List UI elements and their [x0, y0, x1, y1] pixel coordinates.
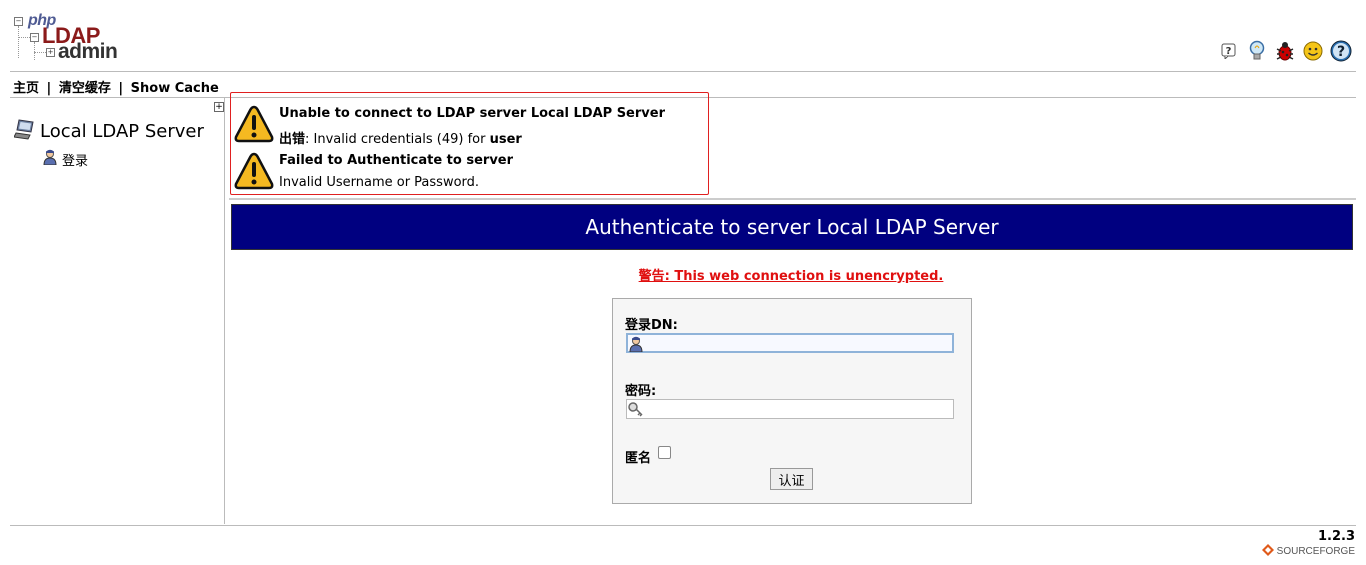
top-nav: 主页 | 清空缓存 | Show Cache: [13, 77, 219, 96]
smiley-icon[interactable]: [1302, 40, 1324, 62]
sidebar-login-link[interactable]: 登录: [43, 149, 88, 169]
error-message-box: Unable to connect to LDAP server Local L…: [230, 92, 709, 195]
nav-separator: |: [118, 81, 124, 96]
error-user: user: [489, 132, 522, 147]
page-title: Authenticate to server Local LDAP Server: [231, 204, 1353, 250]
tree-plus-icon: +: [46, 48, 55, 57]
server-computer-icon: [13, 118, 36, 145]
error-title: Unable to connect to LDAP server Local L…: [279, 106, 665, 121]
nav-purge-cache-link[interactable]: 清空缓存: [59, 81, 111, 96]
error-detail: Invalid Username or Password.: [279, 175, 480, 190]
anonymous-checkbox[interactable]: [658, 446, 671, 459]
authenticate-button[interactable]: 认证: [770, 468, 813, 490]
svg-text:?: ?: [1337, 44, 1345, 60]
divider: [10, 525, 1356, 526]
error-detail-text: : Invalid credentials (49) for: [305, 132, 490, 147]
nav-separator: |: [46, 81, 52, 96]
login-dn-label: 登录DN:: [625, 318, 678, 333]
expand-tree-button[interactable]: +: [214, 102, 224, 112]
warning-icon: [233, 151, 275, 191]
password-input[interactable]: [626, 399, 954, 419]
login-dn-input[interactable]: [626, 333, 954, 353]
server-tree-item[interactable]: Local LDAP Server: [13, 118, 204, 145]
tree-minus-icon: −: [30, 33, 39, 42]
bug-icon[interactable]: [1274, 40, 1296, 62]
key-icon: [628, 401, 644, 417]
question-icon[interactable]: ?: [1330, 40, 1352, 62]
header-toolbar: ? ?: [1218, 38, 1352, 64]
user-icon: [43, 149, 57, 169]
divider: [10, 71, 1356, 72]
user-icon: [629, 336, 645, 353]
lightbulb-icon[interactable]: [1246, 40, 1268, 62]
tree-minus-icon: −: [14, 17, 23, 26]
error-title: Failed to Authenticate to server: [279, 153, 514, 168]
error-detail: 出错: Invalid credentials (49) for user: [279, 128, 522, 147]
anonymous-label: 匿名: [625, 451, 652, 466]
login-form: 登录DN: 密码: 匿名 认证: [612, 298, 972, 504]
version-label: 1.2.3: [1317, 529, 1355, 544]
logo-admin: admin: [58, 40, 118, 63]
help-icon[interactable]: ?: [1218, 40, 1240, 62]
sourceforge-text: SOURCEFORGE: [1276, 546, 1355, 557]
nav-home-link[interactable]: 主页: [13, 81, 39, 96]
svg-text:?: ?: [1226, 46, 1232, 57]
phpldapadmin-logo: − − + php LDAP admin: [14, 12, 118, 64]
sidebar-divider: [224, 98, 225, 524]
unencrypted-warning: 警告: This web connection is unencrypted.: [638, 269, 944, 284]
password-label: 密码:: [625, 384, 657, 399]
warning-icon: [233, 104, 275, 144]
nav-show-cache-link[interactable]: Show Cache: [131, 81, 219, 96]
server-name: Local LDAP Server: [40, 121, 204, 142]
sourceforge-logo[interactable]: SOURCEFORGE: [1261, 544, 1355, 559]
error-prefix: 出错: [279, 132, 306, 147]
login-label: 登录: [62, 153, 89, 169]
divider: [229, 198, 1356, 200]
sourceforge-icon: [1261, 544, 1274, 559]
